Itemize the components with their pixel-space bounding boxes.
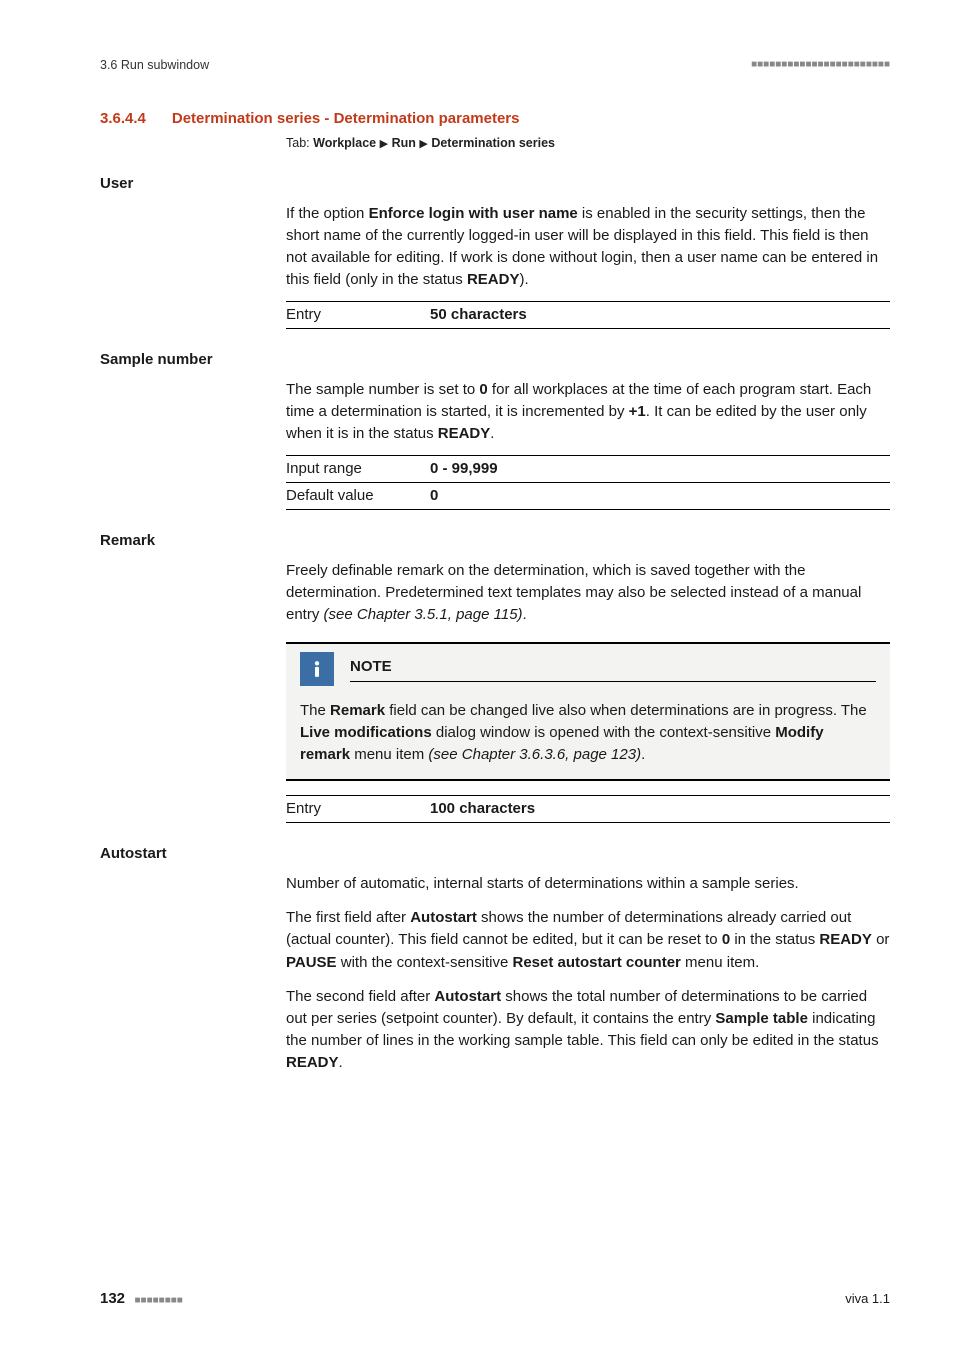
field-label-remark: Remark bbox=[100, 530, 890, 552]
arrow-icon: ▶ bbox=[419, 138, 427, 150]
page-footer: 132 ■■■■■■■■ viva 1.1 bbox=[100, 1288, 890, 1310]
table-row: Entry 100 characters bbox=[286, 795, 890, 823]
entry-value: 0 bbox=[430, 485, 438, 507]
entry-value: 50 characters bbox=[430, 304, 527, 326]
section-number: 3.6.4.4 bbox=[100, 108, 146, 130]
footer-ornament: ■■■■■■■■ bbox=[135, 1295, 183, 1306]
footer-left: 132 ■■■■■■■■ bbox=[100, 1288, 183, 1310]
section-heading: 3.6.4.4 Determination series - Determina… bbox=[100, 108, 890, 130]
header-section: 3.6 Run subwindow bbox=[100, 56, 209, 74]
field-label-autostart: Autostart bbox=[100, 843, 890, 865]
entry-value: 100 characters bbox=[430, 798, 535, 820]
remark-entry-table: Entry 100 characters bbox=[286, 795, 890, 823]
entry-label: Entry bbox=[286, 304, 430, 326]
sample-number-paragraph: The sample number is set to 0 for all wo… bbox=[286, 379, 890, 446]
entry-label: Input range bbox=[286, 458, 430, 480]
section-title: Determination series - Determination par… bbox=[172, 108, 520, 130]
page-header: 3.6 Run subwindow ■■■■■■■■■■■■■■■■■■■■■■… bbox=[100, 56, 890, 74]
note-box: NOTE The Remark field can be changed liv… bbox=[286, 642, 890, 781]
tab-seg-1: Run bbox=[392, 136, 416, 150]
info-icon bbox=[300, 652, 334, 686]
table-row: Default value 0 bbox=[286, 483, 890, 510]
note-header: NOTE bbox=[300, 644, 876, 686]
table-row: Entry 50 characters bbox=[286, 301, 890, 329]
sample-number-entry-table: Input range 0 - 99,999 Default value 0 bbox=[286, 455, 890, 510]
entry-label: Default value bbox=[286, 485, 430, 507]
note-body: The Remark field can be changed live als… bbox=[300, 700, 876, 765]
user-paragraph: If the option Enforce login with user na… bbox=[286, 203, 890, 292]
autostart-para-2: The first field after Autostart shows th… bbox=[286, 907, 890, 974]
tab-seg-2: Determination series bbox=[431, 136, 555, 150]
entry-value: 0 - 99,999 bbox=[430, 458, 498, 480]
tab-seg-0: Workplace bbox=[313, 136, 376, 150]
page-number: 132 bbox=[100, 1290, 125, 1307]
header-ornament: ■■■■■■■■■■■■■■■■■■■■■■■ bbox=[751, 58, 890, 73]
footer-product: viva 1.1 bbox=[845, 1290, 890, 1309]
table-row: Input range 0 - 99,999 bbox=[286, 455, 890, 483]
field-label-sample-number: Sample number bbox=[100, 349, 890, 371]
autostart-para-1: Number of automatic, internal starts of … bbox=[286, 873, 890, 895]
note-title: NOTE bbox=[350, 656, 876, 682]
tab-prefix: Tab: bbox=[286, 136, 310, 150]
entry-label: Entry bbox=[286, 798, 430, 820]
arrow-icon: ▶ bbox=[380, 138, 388, 150]
autostart-para-3: The second field after Autostart shows t… bbox=[286, 986, 890, 1075]
tab-path: Tab: Workplace ▶ Run ▶ Determination ser… bbox=[286, 134, 890, 153]
remark-paragraph: Freely definable remark on the determina… bbox=[286, 560, 890, 627]
field-label-user: User bbox=[100, 173, 890, 195]
user-entry-table: Entry 50 characters bbox=[286, 301, 890, 329]
